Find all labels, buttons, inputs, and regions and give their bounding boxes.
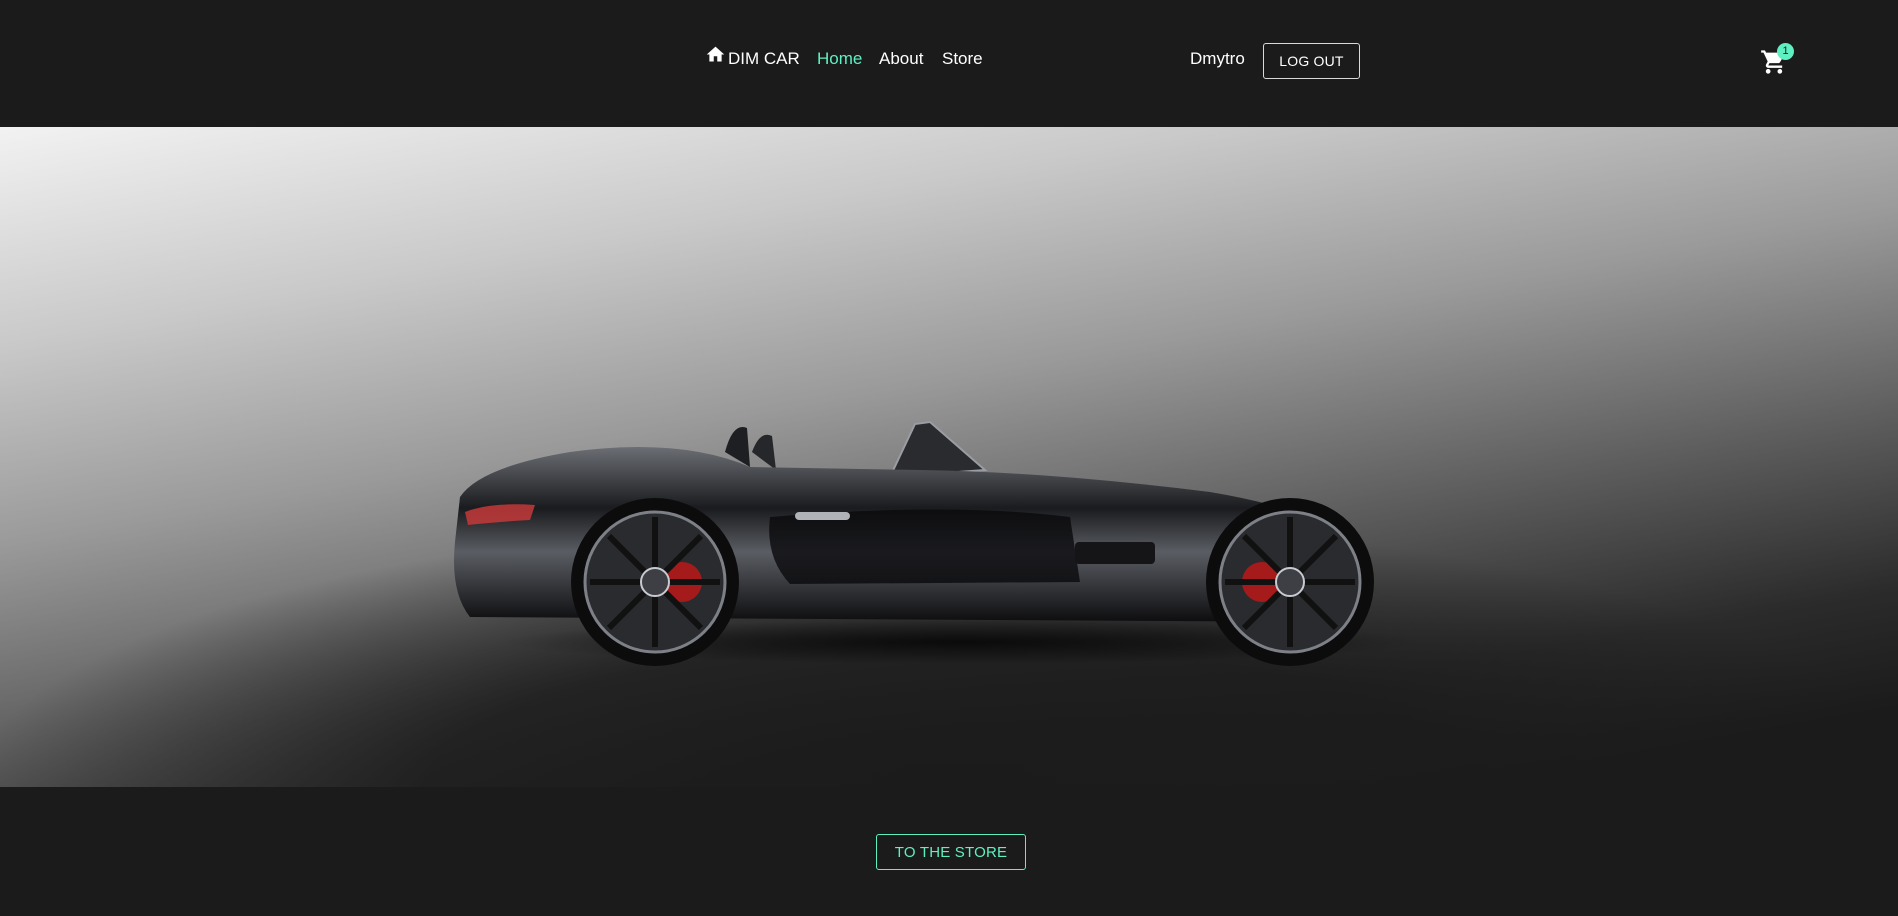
brand-label: DIM CAR bbox=[728, 49, 800, 68]
brand-link[interactable]: DIM CAR bbox=[705, 46, 800, 70]
navbar: DIM CAR Home About Store Dmytro LOG OUT … bbox=[0, 0, 1898, 127]
car-image bbox=[454, 420, 1420, 666]
cart-count-badge: 1 bbox=[1777, 43, 1794, 60]
username: Dmytro bbox=[1190, 49, 1245, 68]
cart-button[interactable]: 1 bbox=[1760, 43, 1794, 76]
nav-link-about[interactable]: About bbox=[879, 49, 923, 69]
home-icon bbox=[705, 46, 728, 70]
logout-button[interactable]: LOG OUT bbox=[1263, 43, 1360, 79]
to-the-store-button[interactable]: TO THE STORE bbox=[876, 834, 1026, 870]
hero-banner bbox=[0, 127, 1898, 787]
nav-link-store[interactable]: Store bbox=[942, 49, 983, 69]
nav-link-home[interactable]: Home bbox=[817, 49, 862, 69]
